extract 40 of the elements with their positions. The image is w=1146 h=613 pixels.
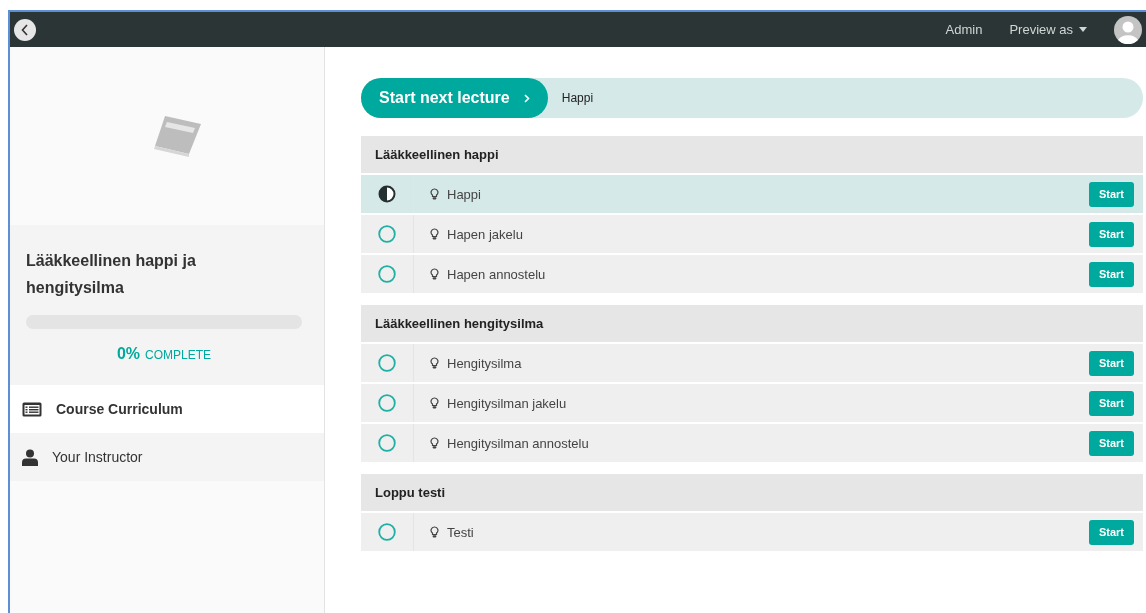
- lecture-title: Hapen annostelu: [447, 266, 546, 282]
- lecture-title: Testi: [447, 524, 474, 540]
- person-icon: [22, 448, 38, 466]
- lecture-title: Hengitysilma: [447, 355, 522, 371]
- lecture-title: Hengitysilman annostelu: [447, 435, 589, 451]
- lecture-title: Hapen jakelu: [447, 226, 523, 242]
- list-icon: [22, 401, 42, 417]
- lecture-row[interactable]: Hapen jakelu Start: [361, 215, 1143, 253]
- lightbulb-icon: [430, 188, 439, 200]
- section-header: Loppu testi: [361, 474, 1143, 511]
- back-button[interactable]: [14, 18, 36, 41]
- progress-label: COMPLETE: [145, 348, 212, 362]
- sidebar-nav-item[interactable]: Course Curriculum: [10, 385, 324, 433]
- lecture-row[interactable]: Hengitysilman annostelu Start: [361, 424, 1143, 462]
- caret-icon: [1079, 27, 1087, 32]
- lecture-title: Happi: [447, 186, 481, 202]
- lecture-row[interactable]: Happi Start: [361, 175, 1143, 213]
- preview-as-dropdown[interactable]: Preview as: [1009, 22, 1087, 37]
- chevron-right-icon: [523, 93, 530, 103]
- lightbulb-icon: [430, 268, 439, 280]
- section-header: Lääkkeellinen happi: [361, 136, 1143, 173]
- lecture-row[interactable]: Hengitysilma Start: [361, 344, 1143, 382]
- lecture-title: Hengitysilman jakelu: [447, 395, 567, 411]
- progress-percent: 0%: [116, 345, 141, 363]
- section-header: Lääkkeellinen hengitysilma: [361, 305, 1143, 342]
- lightbulb-icon: [430, 526, 439, 538]
- book-icon: [151, 114, 203, 158]
- lightbulb-icon: [430, 228, 439, 240]
- next-lecture-title: Happi: [561, 91, 594, 105]
- avatar-icon[interactable]: [1114, 15, 1142, 44]
- chevron-left-icon: [20, 23, 30, 36]
- admin-link[interactable]: Admin: [945, 22, 983, 37]
- lecture-row[interactable]: Hapen annostelu Start: [361, 255, 1143, 293]
- course-title: Lääkkeellinen happi ja hengitysilma: [26, 251, 197, 298]
- sidebar-nav-item[interactable]: Your Instructor: [10, 433, 324, 481]
- lecture-row[interactable]: Testi Start: [361, 513, 1143, 551]
- lecture-row[interactable]: Hengitysilman jakelu Start: [361, 384, 1143, 422]
- lightbulb-icon: [430, 357, 439, 369]
- lightbulb-icon: [430, 437, 439, 449]
- lightbulb-icon: [430, 397, 439, 409]
